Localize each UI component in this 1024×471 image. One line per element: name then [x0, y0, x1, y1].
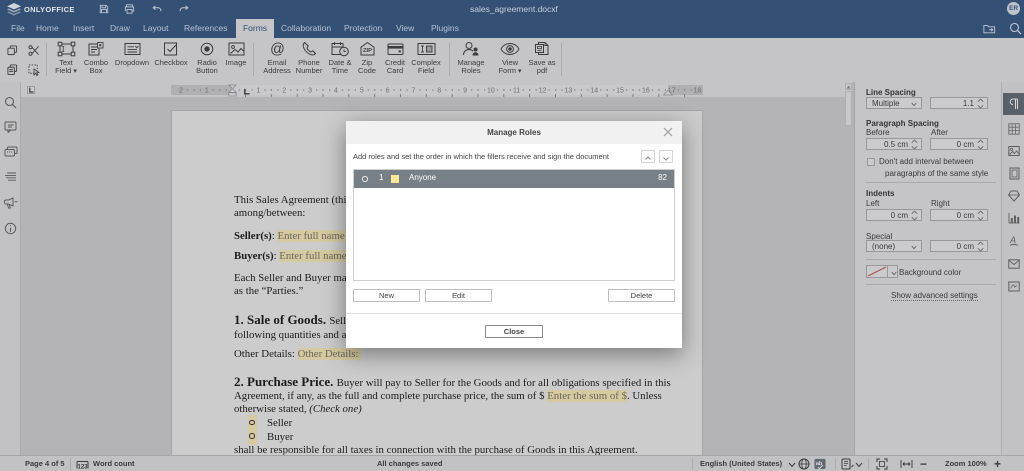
svg-text:1: 1: [205, 88, 209, 95]
svg-text:ZIP: ZIP: [362, 48, 371, 54]
svg-text:12: 12: [539, 88, 547, 95]
svg-text:18: 18: [694, 88, 702, 95]
svg-text:2: 2: [179, 88, 183, 95]
svg-text:7: 7: [411, 88, 415, 95]
svg-text:14: 14: [590, 88, 598, 95]
svg-text:3: 3: [308, 88, 312, 95]
svg-text:A: A: [1009, 235, 1016, 245]
svg-text:1: 1: [256, 88, 260, 95]
svg-text:13: 13: [565, 88, 573, 95]
svg-text:123: 123: [77, 465, 88, 471]
svg-text:8: 8: [437, 88, 441, 95]
svg-text:5: 5: [360, 88, 364, 95]
svg-text:16: 16: [642, 88, 650, 95]
svg-text:4: 4: [334, 88, 338, 95]
svg-text:9: 9: [463, 88, 467, 95]
svg-text:6: 6: [386, 88, 390, 95]
svg-text:@: @: [270, 42, 285, 58]
svg-text:2: 2: [282, 88, 286, 95]
svg-text:15: 15: [616, 88, 624, 95]
svg-text:10: 10: [487, 88, 495, 95]
svg-text:11: 11: [513, 88, 520, 95]
